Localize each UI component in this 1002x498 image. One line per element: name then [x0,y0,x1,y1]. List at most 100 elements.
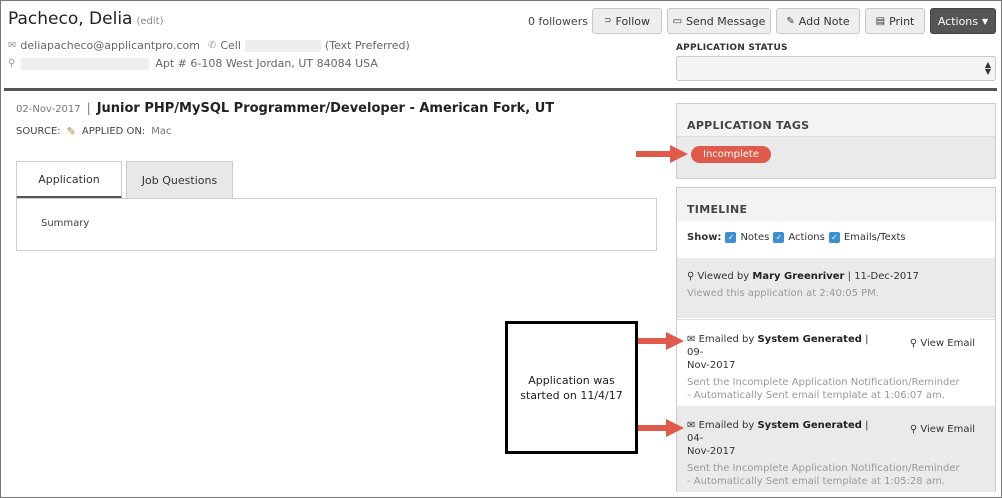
applied-on-value: Mac [151,126,172,137]
actions-dropdown[interactable]: Actions ▼ [930,8,996,34]
view-email-link[interactable]: ⚲ View Email [910,424,975,435]
timeline-filters: Show: ✓ Notes ✓ Actions ✓ Emails/Texts [687,232,906,243]
envelope-icon: ✉ [687,334,696,345]
entry-body-line: Sent the Incomplete Application Notifica… [687,463,960,474]
job-separator: | [86,101,91,115]
envelope-icon: ✉ [8,40,17,51]
job-heading: 02-Nov-2017 | Junior PHP/MySQL Programme… [16,101,554,116]
entry-body: Sent the Incomplete Application Notifica… [687,462,985,488]
edit-link[interactable]: (edit) [136,16,163,27]
entry-date-part: Nov-2017 [687,446,736,457]
entry-date: 11-Dec-2017 [854,271,919,282]
follow-label: Follow [615,14,651,28]
header-divider [4,88,997,91]
entry-author: System Generated [757,334,862,345]
tab-job-questions[interactable]: Job Questions [126,161,233,199]
entry-body: Sent the Incomplete Application Notifica… [687,376,985,402]
actions-filter-label: Actions [788,232,825,243]
actions-label: Actions [937,14,979,28]
annotation-arrow [638,419,684,437]
application-status-label: APPLICATION STATUS [676,43,788,53]
entry-date-part: 09- [687,347,704,358]
application-tags-panel: APPLICATION TAGS Incomplete [676,103,996,179]
view-email-label: View Email [920,338,975,349]
callout-line: started on 11/4/17 [520,388,623,402]
entry-author: System Generated [757,420,862,431]
phone-icon: ✆ [207,40,217,51]
pencil-icon[interactable]: ✎ [67,125,76,138]
entry-date-part: 04- [687,433,704,444]
show-label: Show: [687,232,722,243]
view-email-link[interactable]: ⚲ View Email [910,338,975,349]
timeline-entry: ⚲ Viewed by Mary Greenriver | 11-Dec-201… [677,258,995,318]
envelope-icon: ✉ [687,420,696,431]
view-email-label: View Email [920,424,975,435]
add-note-button[interactable]: ✎ Add Note [776,8,860,34]
source-line: SOURCE: ✎ APPLIED ON: Mac [16,125,172,138]
applicant-name: Pacheco, Delia (edit) [8,9,163,29]
entry-author: Mary Greenriver [752,271,845,282]
redacted-street [21,57,150,70]
print-icon: ▤ [875,15,886,27]
add-note-label: Add Note [798,14,850,28]
timeline-panel: TIMELINE Show: ✓ Notes ✓ Actions ✓ Email… [676,187,996,492]
annotation-callout: Application was started on 11/4/17 [505,321,638,454]
search-icon: ⚲ [909,338,918,349]
print-button[interactable]: ▤ Print [865,8,925,34]
tag-incomplete[interactable]: Incomplete [691,146,771,163]
address-line: ⚲ Apt # 6-108 West Jordan, UT 84084 USA [8,57,378,70]
search-icon: ⚲ [909,424,918,435]
entry-prefix: Viewed by [697,271,750,282]
entry-body: Viewed this application at 2:40:05 PM. [687,288,879,299]
redacted-phone [244,39,321,52]
notes-checkbox[interactable]: ✓ [725,232,737,243]
address-text: Apt # 6-108 West Jordan, UT 84084 USA [155,57,378,70]
caret-down-icon: ▼ [982,16,989,26]
entry-date-part: Nov-2017 [687,360,736,371]
entry-prefix: Emailed by [698,420,755,431]
entry-separator: | [865,420,869,431]
summary-heading: Summary [41,218,90,229]
applicant-name-text: Pacheco, Delia [8,9,133,29]
search-icon: ⚲ [687,271,695,282]
application-status-select[interactable]: ▲ ▼ [676,56,996,81]
timeline-entry-header: ⚲ Viewed by Mary Greenriver | 11-Dec-201… [687,270,985,283]
entry-separator: | [865,334,869,345]
map-marker-icon: ⚲ [8,58,16,69]
timeline-entry-header: ✉ Emailed by System Generated | 04- Nov-… [687,419,885,458]
phone-note: (Text Preferred) [324,39,410,52]
job-title[interactable]: Junior PHP/MySQL Programmer/Developer - … [97,101,554,116]
send-message-label: Send Message [686,14,766,28]
callout-line: Application was [528,373,615,387]
print-label: Print [889,14,915,28]
rss-icon: ⊃ [603,16,612,26]
annotation-arrow [636,145,688,163]
send-message-button[interactable]: ▭ Send Message [667,8,771,34]
entry-body-line: Sent the Incomplete Application Notifica… [687,377,960,388]
timeline-header: TIMELINE [677,188,995,221]
timeline-entry: ✉ Emailed by System Generated | 04- Nov-… [677,406,995,492]
email-link[interactable]: deliapacheco@applicantpro.com [20,39,200,52]
timeline-entry: ✉ Emailed by System Generated | 09- Nov-… [677,319,995,405]
annotation-arrow [638,332,684,350]
timeline-entry-header: ✉ Emailed by System Generated | 09- Nov-… [687,333,885,372]
comment-icon: ▭ [672,15,683,27]
phone-label: Cell [220,39,241,52]
application-tags-header: APPLICATION TAGS [677,104,995,137]
emails-texts-filter-label: Emails/Texts [843,232,906,243]
followers-count: 0 followers [528,15,588,28]
source-label: SOURCE: [16,126,61,137]
contact-line: ✉ deliapacheco@applicantpro.com ✆ Cell (… [8,39,410,52]
follow-button[interactable]: ⊃ Follow [592,8,662,34]
tab-application[interactable]: Application [16,161,122,199]
timeline-title: TIMELINE [687,203,748,216]
entry-prefix: Emailed by [698,334,755,345]
job-date: 02-Nov-2017 [16,104,81,115]
application-tags-title: APPLICATION TAGS [687,119,810,132]
entry-body-line: - Automatically Sent email template at 1… [687,476,945,487]
tab-panel: Summary [16,198,657,251]
select-arrows-icon: ▲ ▼ [984,60,991,76]
emails-texts-checkbox[interactable]: ✓ [828,232,840,243]
entry-body-line: - Automatically Sent email template at 1… [687,390,945,401]
actions-checkbox[interactable]: ✓ [773,232,785,243]
